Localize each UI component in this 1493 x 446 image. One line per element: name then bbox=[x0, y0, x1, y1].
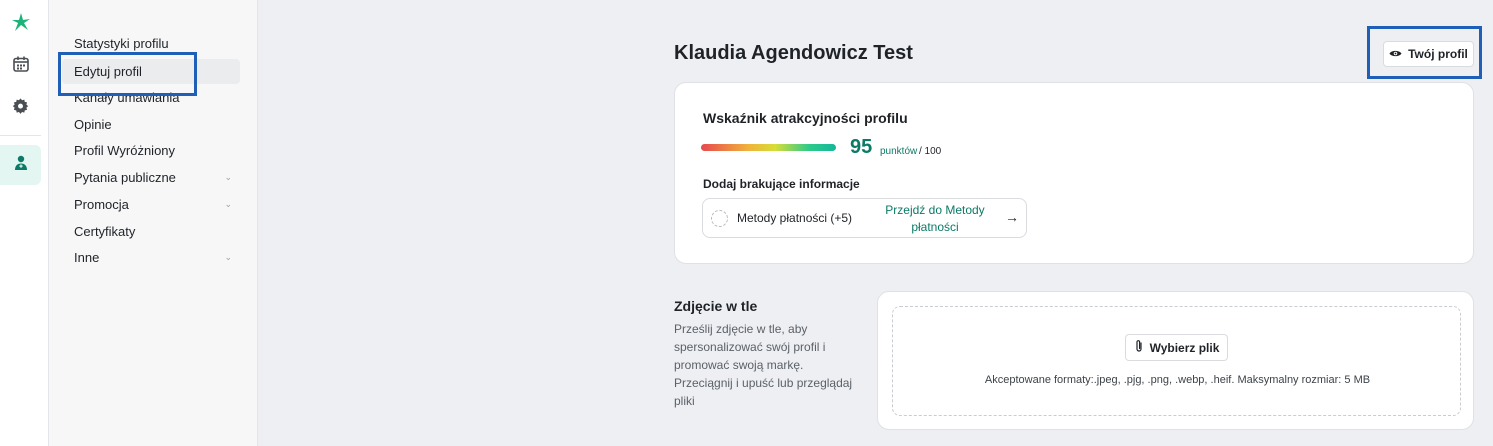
page-title: Klaudia Agendowicz Test bbox=[674, 42, 913, 64]
subnav-item-promocja[interactable]: Promocja ⌄ bbox=[62, 192, 240, 217]
calendar-icon bbox=[12, 55, 30, 78]
arrow-right-icon: → bbox=[1005, 209, 1019, 225]
missing-info-label: Metody płatności (+5) bbox=[737, 211, 853, 225]
chevron-down-icon: ⌄ bbox=[224, 172, 232, 182]
rail-divider bbox=[0, 135, 41, 136]
subnav-item-label: Edytuj profil bbox=[74, 64, 142, 79]
logo-button[interactable] bbox=[0, 4, 41, 44]
go-to-payment-methods-link[interactable]: Przejdź do Metody płatności bbox=[871, 202, 999, 236]
subnav-item-kanaly-umawiania[interactable]: Kanały umawiania bbox=[62, 85, 240, 110]
subnav-item-label: Profil Wyróżniony bbox=[74, 143, 176, 158]
accepted-formats-text: Akceptowane formaty:.jpeg, .pjg, .png, .… bbox=[984, 374, 1371, 386]
subnav-item-inne[interactable]: Inne ⌄ bbox=[62, 245, 240, 270]
subnav-item-label: Certyfikaty bbox=[74, 224, 136, 239]
asterisk-logo-icon bbox=[10, 11, 32, 38]
subnav-item-label: Promocja bbox=[74, 197, 129, 212]
chevron-down-icon: ⌄ bbox=[224, 199, 232, 209]
settings-nav-button[interactable] bbox=[0, 89, 41, 129]
doctor-icon bbox=[12, 154, 30, 177]
background-upload-card: Wybierz plik Akceptowane formaty:.jpeg, … bbox=[877, 291, 1474, 430]
subnav-item-pytania-publiczne[interactable]: Pytania publiczne ⌄ bbox=[62, 165, 240, 190]
subnav-item-opinie[interactable]: Opinie bbox=[62, 112, 240, 137]
subnav-item-label: Kanały umawiania bbox=[74, 90, 180, 105]
eye-icon bbox=[1389, 47, 1402, 61]
subnav-item-certyfikaty[interactable]: Certyfikaty bbox=[62, 219, 240, 244]
subnav-item-label: Inne bbox=[74, 250, 100, 265]
subnav-item-label: Pytania publiczne bbox=[74, 170, 176, 185]
your-profile-button[interactable]: Twój profil bbox=[1383, 41, 1474, 67]
score-unit: punktów bbox=[880, 146, 918, 157]
subnav-item-statystyki[interactable]: Statystyki profilu bbox=[62, 31, 240, 56]
missing-info-payment-methods[interactable]: Metody płatności (+5) Przejdź do Metody … bbox=[702, 198, 1027, 238]
background-photo-title: Zdjęcie w tle bbox=[674, 298, 758, 314]
choose-file-label: Wybierz plik bbox=[1149, 340, 1220, 355]
subnav-item-edytuj-profil[interactable]: Edytuj profil bbox=[62, 59, 240, 84]
background-photo-description: Prześlij zdjęcie w tle, aby spersonalizo… bbox=[674, 322, 853, 408]
score-value: 95 bbox=[850, 136, 873, 158]
profile-subnav: Statystyki profilu Edytuj profil Kanały … bbox=[49, 0, 258, 446]
icon-rail bbox=[0, 0, 49, 446]
subnav-item-profil-wyrozniony[interactable]: Profil Wyróżniony bbox=[62, 138, 240, 163]
score-gradient-bar bbox=[701, 144, 836, 151]
missing-info-title: Dodaj brakujące informacje bbox=[703, 177, 860, 191]
score-max: / 100 bbox=[919, 146, 942, 157]
subnav-item-label: Statystyki profilu bbox=[74, 36, 169, 51]
file-dropzone[interactable]: Wybierz plik Akceptowane formaty:.jpeg, … bbox=[892, 306, 1461, 416]
dashed-circle-icon bbox=[711, 210, 728, 227]
score-title: Wskaźnik atrakcyjności profilu bbox=[703, 110, 908, 126]
calendar-nav-button[interactable] bbox=[0, 46, 41, 86]
profile-nav-button[interactable] bbox=[0, 145, 41, 185]
paperclip-icon bbox=[1134, 339, 1144, 356]
choose-file-button[interactable]: Wybierz plik bbox=[1125, 334, 1228, 361]
chevron-down-icon: ⌄ bbox=[224, 252, 232, 262]
subnav-item-label: Opinie bbox=[74, 117, 112, 132]
your-profile-label: Twój profil bbox=[1408, 47, 1468, 61]
gear-icon bbox=[11, 97, 30, 121]
profile-score-card: Wskaźnik atrakcyjności profilu 95 punktó… bbox=[674, 82, 1474, 264]
